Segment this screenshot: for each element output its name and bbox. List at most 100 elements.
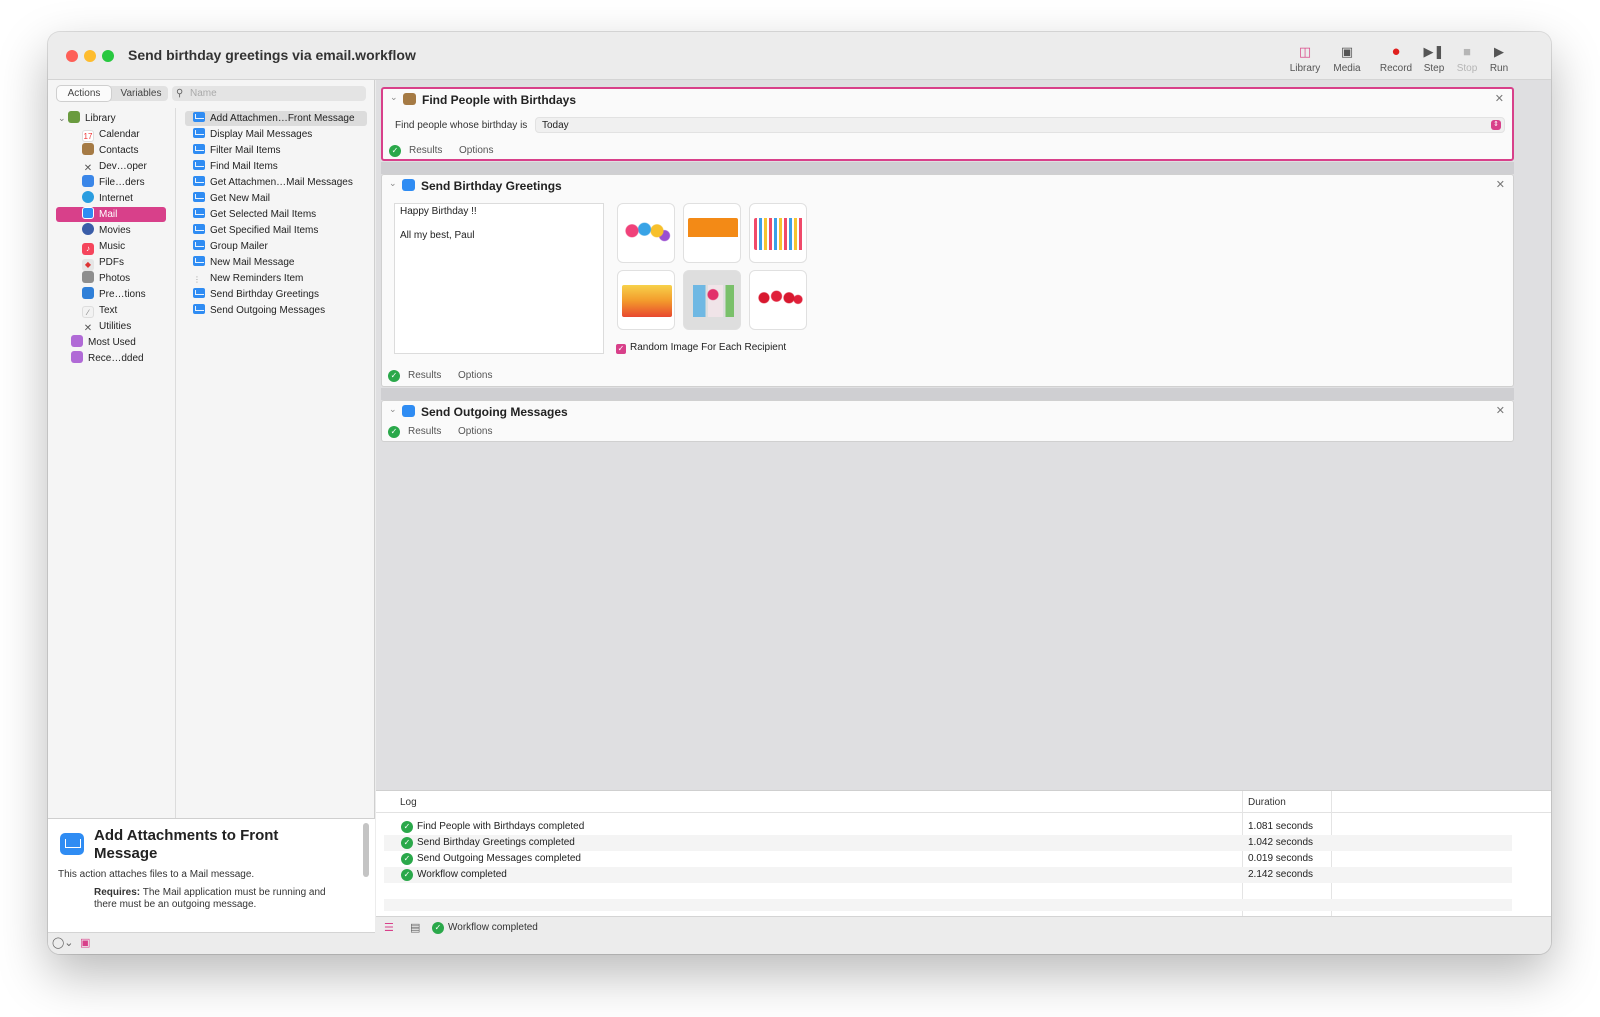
random-image-checkbox[interactable]: ✓ Random Image For Each Recipient — [616, 342, 786, 354]
mail-icon — [193, 256, 205, 266]
run-label: Run — [1489, 63, 1509, 74]
disclosure-open-icon[interactable]: ⌄ — [58, 111, 68, 126]
action-get-attachments[interactable]: Get Attachmen…Mail Messages — [185, 175, 367, 190]
category-pdfs[interactable]: ◆ PDFs — [82, 255, 124, 271]
action-card-send-outgoing[interactable]: ⌄ Send Outgoing Messages ✕ ✓ Results Opt… — [381, 400, 1514, 442]
category-library[interactable]: ⌄ Library — [58, 111, 116, 126]
category-text[interactable]: ∕ Text — [82, 303, 117, 318]
zoom-window-button[interactable] — [102, 50, 114, 62]
action-title: Send Birthday Greetings — [421, 179, 562, 193]
disclosure-open-icon[interactable]: ⌄ — [390, 92, 398, 103]
split-view-icon[interactable]: ▤ — [410, 921, 420, 934]
image-balloons[interactable] — [617, 203, 675, 263]
options-button[interactable]: Options — [458, 426, 492, 437]
results-button[interactable]: Results — [408, 426, 441, 437]
close-icon[interactable]: ✕ — [1496, 404, 1505, 417]
action-card-find-people[interactable]: ⌄ Find People with Birthdays ✕ Find peop… — [381, 87, 1514, 161]
mail-icon — [193, 160, 205, 170]
media-toolbar-button[interactable]: ▣ Media — [1324, 42, 1370, 78]
action-new-mail-message[interactable]: New Mail Message — [185, 255, 367, 270]
library-bottom-bar: ◯⌄ ▣ — [48, 932, 375, 954]
action-display-mail-messages[interactable]: Display Mail Messages — [185, 127, 367, 142]
action-new-reminders-item[interactable]: ⋮ New Reminders Item — [185, 271, 367, 286]
options-button[interactable]: Options — [459, 145, 493, 156]
action-add-attachments[interactable]: Add Attachmen…Front Message — [185, 111, 367, 126]
chevron-updown-icon: ⇕ — [1491, 120, 1501, 130]
category-presentations[interactable]: Pre…tions — [82, 287, 146, 302]
library-icon — [68, 111, 80, 123]
tab-actions[interactable]: Actions — [57, 86, 111, 101]
disclosure-open-icon[interactable]: ⌄ — [389, 178, 397, 189]
log-row[interactable]: ✓ Send Outgoing Messages completed 0.019… — [384, 851, 1512, 867]
disclosure-open-icon[interactable]: ⌄ — [389, 404, 397, 415]
list-view-icon[interactable]: ☰ — [384, 921, 394, 934]
log-row[interactable]: ✓ Workflow completed 2.142 seconds — [384, 867, 1512, 883]
action-menu-icon[interactable]: ◯⌄ — [52, 936, 74, 949]
log-row[interactable]: ✓ Find People with Birthdays completed 1… — [384, 819, 1512, 835]
action-send-outgoing-messages[interactable]: Send Outgoing Messages — [185, 303, 367, 318]
close-icon[interactable]: ✕ — [1495, 92, 1504, 105]
log-header: Log Duration — [376, 791, 1551, 813]
close-window-button[interactable] — [66, 50, 78, 62]
category-photos[interactable]: Photos — [82, 271, 130, 286]
log-row[interactable]: ✓ Send Birthday Greetings completed 1.04… — [384, 835, 1512, 851]
reminders-icon: ⋮ — [193, 275, 201, 284]
duration-column-header[interactable]: Duration — [1248, 797, 1286, 808]
checkmark-icon: ✓ — [389, 145, 401, 157]
run-toolbar-button[interactable]: ▶ Run — [1476, 42, 1522, 78]
category-developer[interactable]: ✕ Dev…oper — [82, 159, 147, 174]
category-contacts[interactable]: Contacts — [82, 143, 138, 158]
log-column-header[interactable]: Log — [400, 797, 417, 808]
checkmark-icon: ✓ — [432, 922, 444, 934]
category-mail[interactable]: Mail — [56, 207, 166, 222]
action-find-mail-items[interactable]: Find Mail Items — [185, 159, 367, 174]
action-get-specified-mail-items[interactable]: Get Specified Mail Items — [185, 223, 367, 238]
library-toolbar-button[interactable]: ◫ Library — [1282, 42, 1328, 78]
results-button[interactable]: Results — [408, 370, 441, 381]
category-internet[interactable]: Internet — [82, 191, 133, 206]
results-button[interactable]: Results — [409, 145, 442, 156]
image-cake[interactable] — [683, 203, 741, 263]
description-toggle-icon[interactable]: ▣ — [80, 936, 90, 949]
mail-icon — [82, 207, 94, 219]
mail-icon — [193, 176, 205, 186]
close-icon[interactable]: ✕ — [1496, 178, 1505, 191]
action-send-birthday-greetings[interactable]: Send Birthday Greetings — [185, 287, 367, 302]
greeting-message-field[interactable]: Happy Birthday !! All my best, Paul — [394, 203, 604, 354]
mail-icon — [193, 128, 205, 138]
action-header: ⌄ Send Birthday Greetings ✕ — [382, 175, 1513, 197]
description-scrollbar[interactable] — [363, 823, 369, 877]
category-music[interactable]: ♪ Music — [82, 239, 125, 255]
birthday-popup[interactable]: Today ⇕ — [535, 117, 1505, 133]
tab-variables[interactable]: Variables — [114, 86, 168, 101]
action-header: ⌄ Send Outgoing Messages ✕ — [382, 401, 1513, 423]
category-files-folders[interactable]: File…ders — [82, 175, 145, 190]
mail-icon — [402, 405, 415, 417]
checkmark-icon: ✓ — [388, 426, 400, 438]
search-field[interactable]: ⚲ — [172, 86, 366, 101]
options-button[interactable]: Options — [458, 370, 492, 381]
smart-folder-icon — [71, 351, 83, 363]
image-gifts[interactable] — [683, 270, 741, 330]
action-header: ⌄ Find People with Birthdays ✕ — [383, 89, 1512, 111]
action-group-mailer[interactable]: Group Mailer — [185, 239, 367, 254]
action-card-send-greetings[interactable]: ⌄ Send Birthday Greetings ✕ Happy Birthd… — [381, 174, 1514, 387]
action-get-selected-mail-items[interactable]: Get Selected Mail Items — [185, 207, 367, 222]
calendar-icon: 17 — [82, 130, 94, 142]
minimize-window-button[interactable] — [84, 50, 96, 62]
mail-icon — [193, 192, 205, 202]
category-utilities[interactable]: ✕ Utilities — [82, 319, 131, 334]
action-filter-mail-items[interactable]: Filter Mail Items — [185, 143, 367, 158]
library-label: Library — [1289, 63, 1321, 74]
category-calendar[interactable]: 17 Calendar — [82, 127, 140, 142]
category-movies[interactable]: Movies — [82, 223, 131, 238]
media-icon: ▣ — [1340, 44, 1354, 59]
checkmark-icon: ✓ — [401, 869, 413, 881]
category-most-used[interactable]: Most Used — [71, 335, 136, 350]
action-get-new-mail[interactable]: Get New Mail — [185, 191, 367, 206]
image-hearts[interactable] — [749, 270, 807, 330]
image-candles[interactable] — [749, 203, 807, 263]
search-input[interactable] — [190, 86, 360, 101]
image-colorful-candles[interactable] — [617, 270, 675, 330]
category-recently-added[interactable]: Rece…dded — [71, 351, 144, 366]
